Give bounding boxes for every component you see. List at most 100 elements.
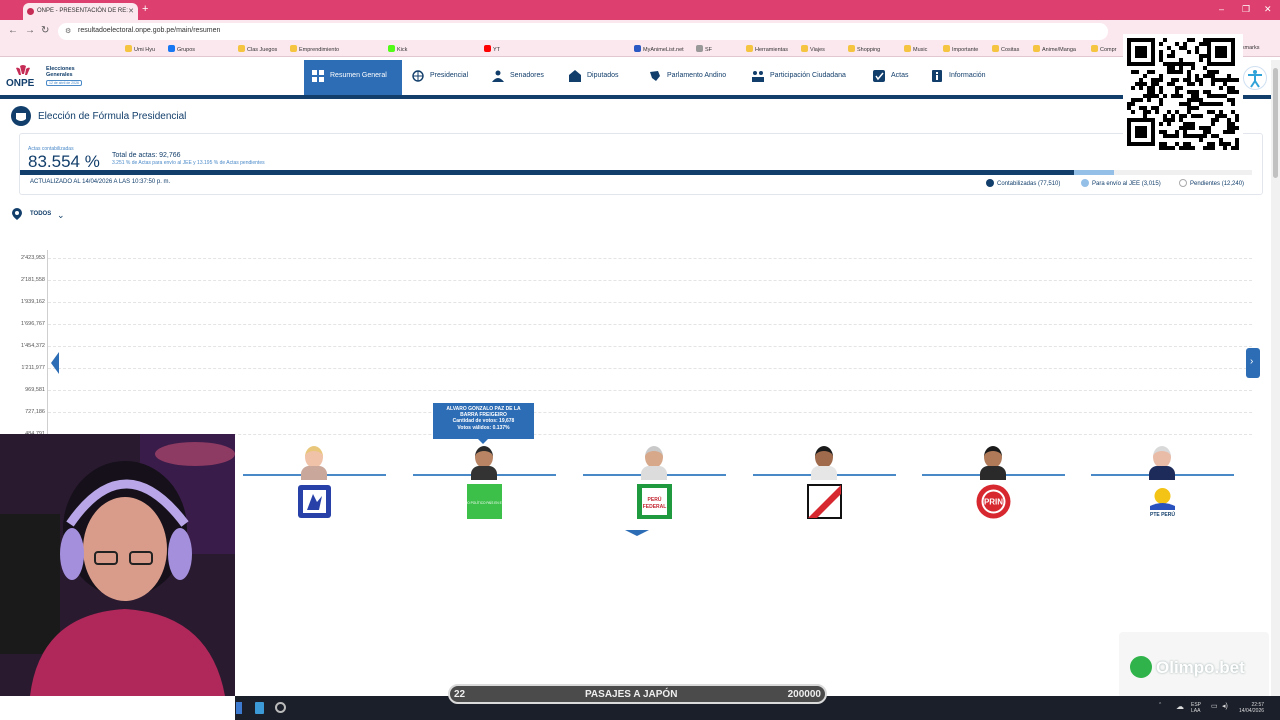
bookmark-item[interactable]: Anime/Manga [1033, 45, 1076, 53]
site-info-icon[interactable]: ⚙ [65, 27, 71, 35]
candidate-head [1153, 446, 1171, 468]
site-header [0, 60, 1280, 96]
party-logo[interactable]: PERÚ FEDERAL [637, 484, 672, 519]
tooltip-valid: Votos válidos: 0.137% [457, 424, 510, 431]
bookmark-label: MyAnimeList.net [643, 47, 684, 53]
legend-pendientes: Pendientes (12,240) [1179, 179, 1244, 187]
bookmark-label: SF [705, 47, 713, 53]
close-window-icon[interactable]: ✕ [1264, 4, 1272, 15]
party-logo[interactable]: PARTIDO POLÍTICO PAÍS EN EL PERÚ [456, 484, 514, 519]
notepad-app-icon[interactable] [255, 702, 264, 714]
legend-label: Pendientes (12,240) [1190, 181, 1245, 187]
tray-clock[interactable]: 22:57 14/04/2026 [1239, 702, 1264, 714]
candidate-photo[interactable] [301, 444, 327, 480]
bookmark-item[interactable]: Umi Hyu [125, 45, 155, 53]
candidate-photo[interactable] [641, 444, 667, 480]
logo-subtitle: Elecciones Generales [46, 66, 75, 78]
nav-parlamento-andino[interactable]: Parlamento Andino [641, 60, 734, 95]
progress-contabilizadas [20, 170, 1074, 175]
gridline [48, 258, 1252, 259]
chevron-down-icon[interactable]: ⌄ [57, 210, 65, 221]
bookmark-item[interactable]: Herramientas [746, 45, 788, 53]
scrollbar-thumb[interactable] [1273, 68, 1278, 178]
logo-text: ONPE [6, 78, 35, 89]
streamer-webcam [0, 434, 235, 696]
bookmark-item[interactable]: Kick [388, 45, 407, 53]
nav-diputados[interactable]: Diputados [561, 60, 627, 95]
nav-informacion[interactable]: Información [923, 60, 994, 95]
url-field[interactable]: ⚙ resultadoelectoral.onpe.gob.pe/main/re… [58, 23, 1108, 40]
bookmark-item[interactable]: Viajes [801, 45, 825, 53]
party-logo[interactable] [297, 484, 332, 519]
forward-icon[interactable]: → [25, 25, 35, 36]
browser-tab[interactable]: ONPE - PRESENTACIÓN DE RE: ✕ [23, 3, 138, 20]
bookmark-item[interactable]: Cositas [992, 45, 1019, 53]
tray-chevron-icon[interactable]: ⌃ [1158, 702, 1162, 708]
page-title: Elección de Fórmula Presidencial [38, 111, 187, 122]
back-icon[interactable]: ← [8, 25, 18, 36]
y-axis [47, 250, 48, 440]
actas-percentage: 83.554 % [28, 152, 100, 171]
candidate-photo[interactable] [471, 444, 497, 480]
minimize-icon[interactable]: – [1219, 4, 1224, 14]
webcam-image [0, 434, 235, 696]
nav-resumen-general[interactable]: Resumen General [304, 60, 402, 95]
bookmark-item[interactable]: Shopping [848, 45, 880, 53]
party-logo[interactable] [807, 484, 842, 519]
bookmark-item[interactable]: Importante [943, 45, 978, 53]
legend-dot [1081, 179, 1089, 187]
nav-actas[interactable]: Actas [865, 60, 917, 95]
tray-language[interactable]: ESP LAA [1191, 702, 1201, 714]
bookmark-item[interactable]: Music [904, 45, 927, 53]
bookmark-item[interactable]: MyAnimeList.net [634, 45, 684, 53]
monitor-icon[interactable]: ▭ [1211, 702, 1218, 710]
candidate-body [980, 466, 1006, 480]
bookmark-item[interactable]: SF [696, 45, 712, 53]
obs-app-icon[interactable] [275, 702, 286, 713]
party-logo[interactable]: PRIN [976, 484, 1011, 519]
y-tick-label: 2'181,558 [21, 277, 45, 283]
candidate-head [815, 446, 833, 468]
nav-presidencial[interactable]: Presidencial [404, 60, 476, 95]
party-logo-text: PERÚ [648, 496, 662, 503]
candidate-body [1149, 466, 1175, 480]
region-filter[interactable]: TODOS [30, 211, 51, 217]
accessibility-button[interactable] [1243, 66, 1267, 90]
nav-senadores[interactable]: Senadores [484, 60, 552, 95]
nav-label: Presidencial [430, 72, 469, 79]
party-logo-stripe-icon [807, 484, 842, 519]
bookmark-item[interactable]: YT [484, 45, 500, 53]
accessibility-icon [1248, 70, 1262, 88]
nav-participacion-ciudadana[interactable]: Participación Ciudadana [744, 60, 854, 95]
party-logo[interactable]: PTE PERÚ [1145, 484, 1180, 519]
candidate-photo[interactable] [980, 444, 1006, 480]
candidate-body [301, 466, 327, 480]
bookmark-label: Kick [397, 47, 408, 53]
tray-date: 14/04/2026 [1239, 708, 1265, 714]
close-tab-icon[interactable]: ✕ [128, 7, 134, 15]
reload-icon[interactable]: ↻ [41, 25, 49, 36]
taskbar-app-icon[interactable] [236, 702, 242, 714]
chart-prev-arrow-icon[interactable] [51, 352, 59, 374]
tray-cloud-icon[interactable]: ☁ [1176, 702, 1184, 711]
nav-label: Actas [891, 72, 909, 79]
chart-next-button[interactable]: › [1246, 348, 1260, 378]
checkbox-icon [873, 70, 885, 82]
candidate-photo[interactable] [1149, 444, 1175, 480]
bookmark-folder-icon [1091, 45, 1098, 52]
party-logo-pais-icon: PARTIDO POLÍTICO PAÍS EN EL PERÚ [456, 484, 514, 519]
candidate-photo[interactable] [811, 444, 837, 480]
bookmark-item[interactable]: Emprendimiento [290, 45, 339, 53]
new-tab-icon[interactable]: + [142, 3, 148, 15]
bookmark-item[interactable]: Grupos [168, 45, 195, 53]
olimpo-logo-icon [1130, 656, 1152, 678]
gridline [48, 302, 1252, 303]
restore-icon[interactable]: ❐ [1242, 4, 1250, 15]
location-pin-icon[interactable] [12, 208, 22, 220]
scroll-down-caret-icon[interactable] [625, 530, 649, 536]
bookmark-item[interactable]: Compr [1091, 45, 1117, 53]
bookmark-item[interactable]: Clas Juegos [238, 45, 277, 53]
volume-icon[interactable]: ◂) [1222, 702, 1228, 710]
candidate-body [811, 466, 837, 480]
y-tick-label: 1'454,372 [21, 343, 45, 349]
